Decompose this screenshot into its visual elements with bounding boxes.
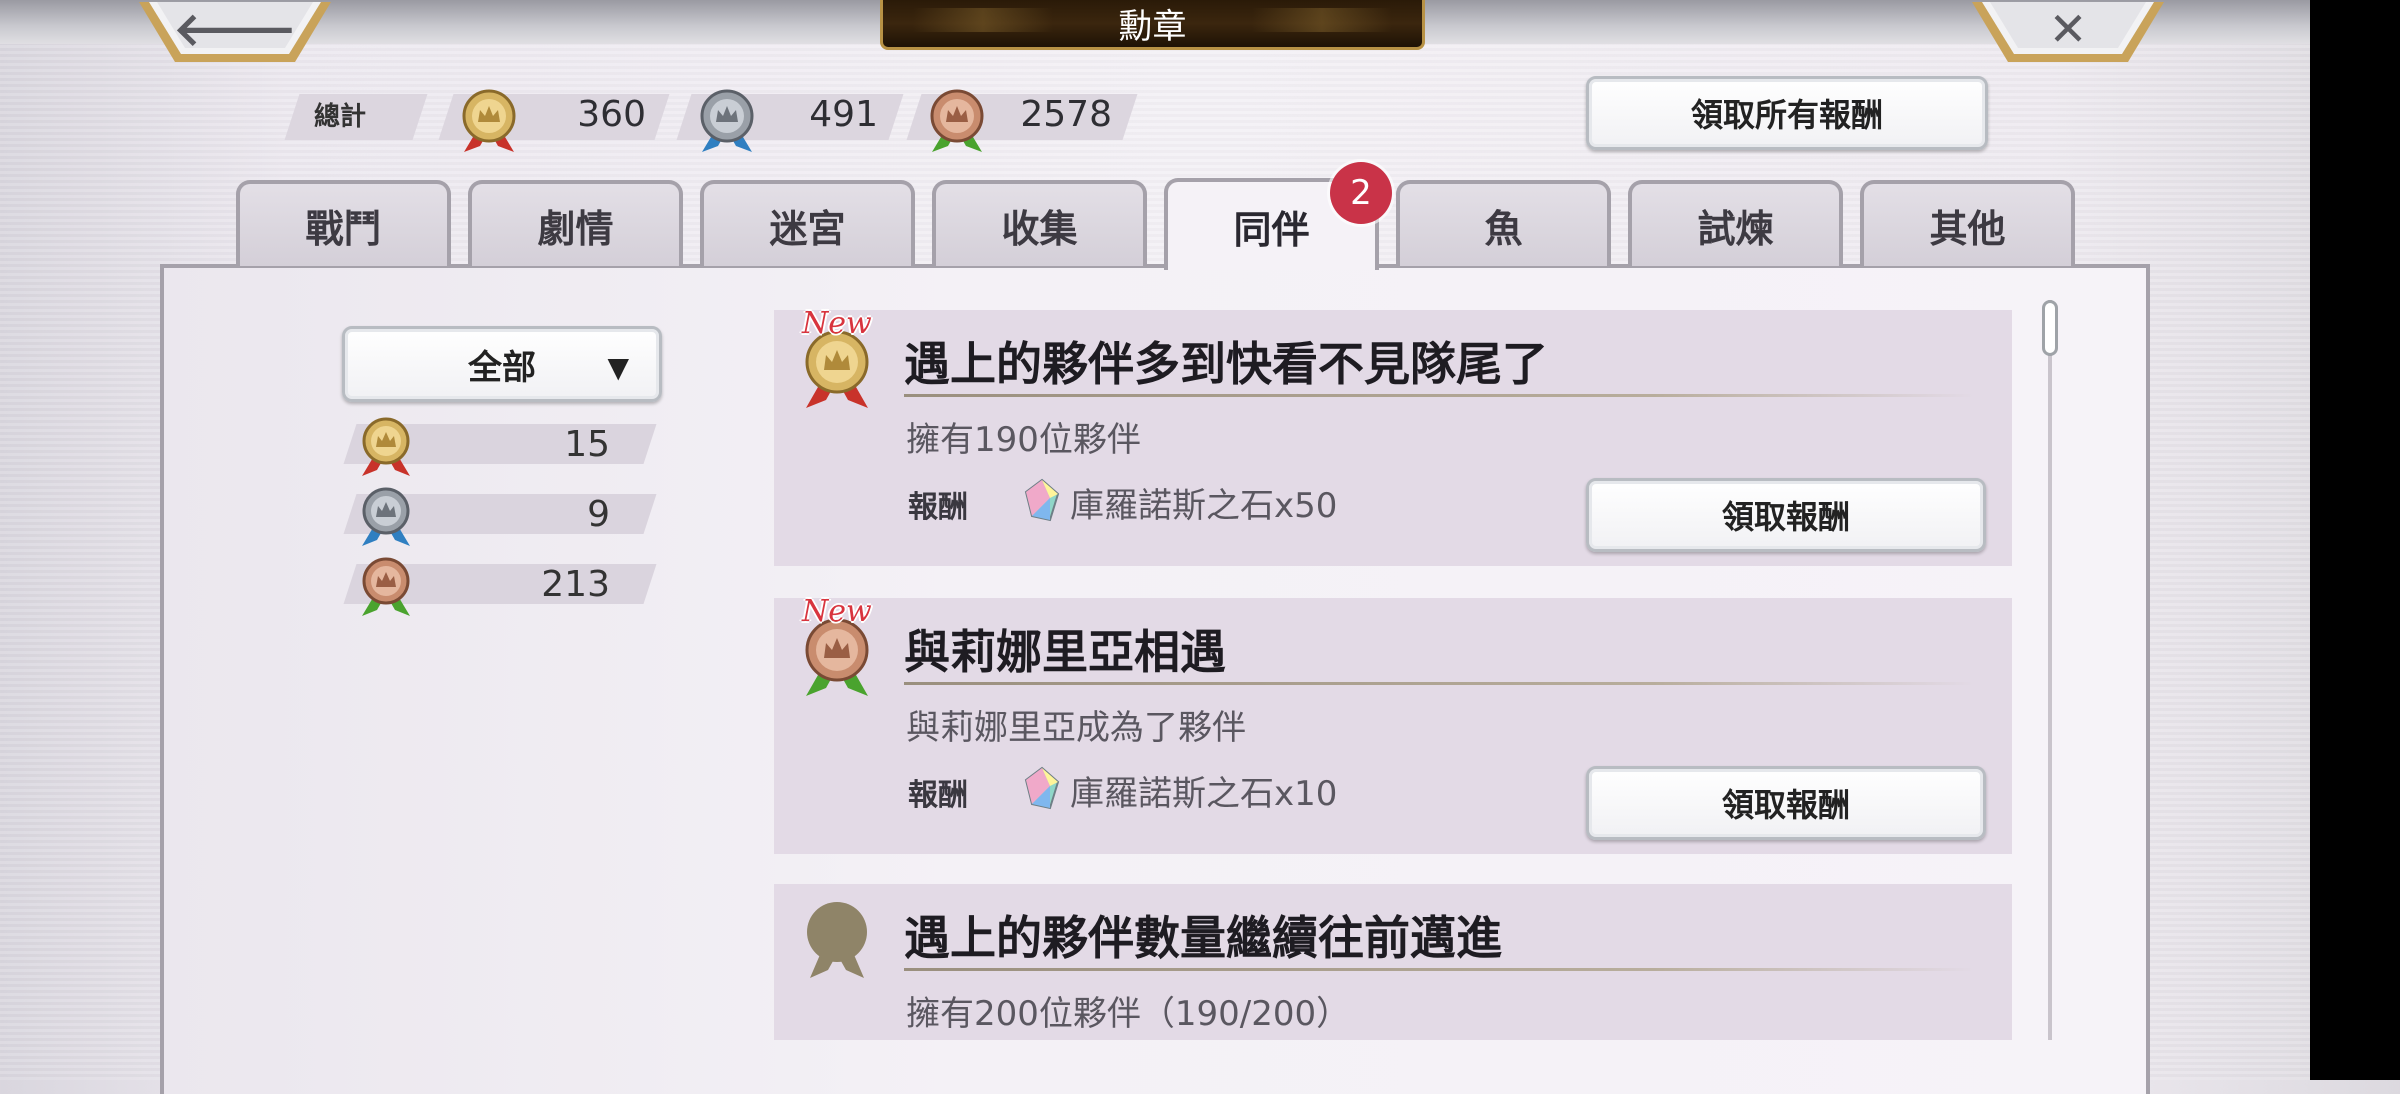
scrollbar-thumb[interactable] xyxy=(2042,300,2058,356)
achievement-title: 遇上的夥伴多到快看不見隊尾了 xyxy=(904,337,1548,391)
achievement-card: New 與莉娜里亞相遇 與莉娜里亞成為了夥伴 報酬 庫羅諾斯之石x10 領取報酬 xyxy=(774,594,2012,854)
new-tag: New xyxy=(802,594,872,629)
dropdown-arrow-icon: ▼ xyxy=(607,351,629,384)
claim-all-button[interactable]: 領取所有報酬 xyxy=(1586,76,1988,150)
silver-medal-icon xyxy=(700,89,754,152)
back-arrow-icon: 🡐 xyxy=(173,2,297,56)
bronze-medal-icon xyxy=(930,89,984,152)
achievement-description: 與莉娜里亞成為了夥伴 xyxy=(906,708,1246,748)
tab-other[interactable]: 其他 xyxy=(1860,180,2075,266)
claim-reward-button[interactable]: 領取報酬 xyxy=(1586,766,1986,840)
notification-badge: 2 xyxy=(1330,162,1392,224)
crystal-icon xyxy=(1024,766,1060,810)
new-tag: New xyxy=(802,306,872,341)
close-button[interactable]: ✕ xyxy=(1968,0,2168,66)
reward-text: 庫羅諾斯之石x50 xyxy=(1070,486,1338,526)
achievement-title: 遇上的夥伴數量繼續往前邁進 xyxy=(904,911,1502,965)
reward-text: 庫羅諾斯之石x10 xyxy=(1070,774,1338,814)
filter-selected-value: 全部 xyxy=(468,347,536,388)
page-title: 勳章 xyxy=(880,0,1425,50)
achievement-card: 遇上的夥伴數量繼續往前邁進 擁有200位夥伴（190/200） xyxy=(774,884,2012,1040)
back-button[interactable]: 🡐 xyxy=(135,0,335,66)
screen-edge xyxy=(2310,0,2400,1080)
silver-total-value: 491 xyxy=(809,94,878,135)
reward-label: 報酬 xyxy=(908,490,968,525)
gold-medal-icon xyxy=(462,89,516,152)
achievement-card: New 遇上的夥伴多到快看不見隊尾了 擁有190位夥伴 報酬 庫羅諾斯之石x50… xyxy=(774,306,2012,566)
tab-story[interactable]: 劇情 xyxy=(468,180,683,266)
medal-filter-dropdown[interactable]: 全部 ▼ xyxy=(342,326,662,402)
tab-labyrinth[interactable]: 迷宮 xyxy=(700,180,915,266)
page-title-text: 勳章 xyxy=(1118,7,1187,47)
tab-trial[interactable]: 試煉 xyxy=(1628,180,1843,266)
achievement-description: 擁有190位夥伴 xyxy=(906,420,1141,460)
total-label: 總計 xyxy=(314,102,367,132)
crystal-icon xyxy=(1024,478,1060,522)
bronze-total-value: 2578 xyxy=(1020,94,1112,135)
tab-battle[interactable]: 戰鬥 xyxy=(236,180,451,266)
achievement-title: 與莉娜里亞相遇 xyxy=(904,625,1226,679)
achievement-description: 擁有200位夥伴（190/200） xyxy=(906,994,1351,1034)
tab-fish[interactable]: 魚 xyxy=(1396,180,1611,266)
title-divider xyxy=(904,968,1974,971)
tab-collection[interactable]: 收集 xyxy=(932,180,1147,266)
title-divider xyxy=(904,682,1974,685)
silver-count-value: 9 xyxy=(587,494,610,535)
claim-reward-button[interactable]: 領取報酬 xyxy=(1586,478,1986,552)
gold-total-value: 360 xyxy=(577,94,646,135)
reward-label: 報酬 xyxy=(908,778,968,813)
gold-count-value: 15 xyxy=(564,424,610,465)
locked-medal-icon xyxy=(807,902,867,978)
bronze-count-value: 213 xyxy=(541,564,610,605)
title-divider xyxy=(904,394,1974,397)
scrollbar-track[interactable] xyxy=(2048,300,2052,1040)
close-icon: ✕ xyxy=(2048,2,2088,56)
